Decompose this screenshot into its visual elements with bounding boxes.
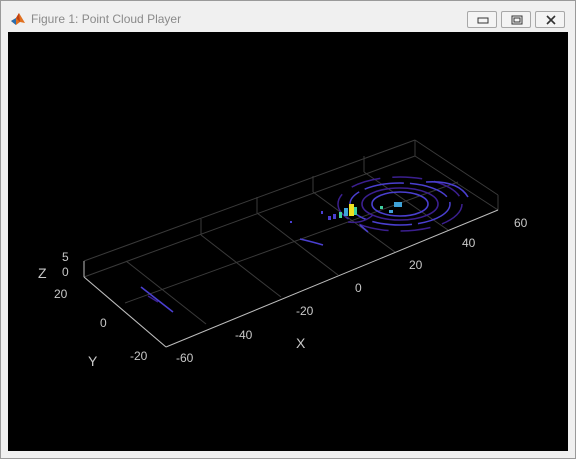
x-tick-label: -20	[296, 304, 314, 318]
y-tick-labels: -20 0 20	[54, 287, 148, 363]
lidar-arc	[299, 238, 324, 246]
point-cluster	[321, 211, 323, 214]
z-axis-label: Z	[38, 265, 47, 281]
z-tick-labels: 0 5	[62, 250, 69, 279]
point-cloud	[140, 176, 469, 313]
y-axis-label: Y	[88, 353, 98, 369]
point-cluster	[354, 207, 357, 215]
z-tick-label: 0	[62, 265, 69, 279]
x-tick-label: 60	[514, 216, 528, 230]
y-tick-label: 20	[54, 287, 68, 301]
plot-canvas[interactable]: -60 -40 -20 0 20 40 60 -20 0 20 0 5 X Y …	[8, 32, 568, 451]
z-tick-label: 5	[62, 250, 69, 264]
point-cluster	[389, 210, 393, 213]
x-tick-label: 40	[462, 236, 476, 250]
maximize-icon	[511, 15, 523, 25]
point-cluster	[344, 208, 348, 216]
axes-grid	[83, 139, 499, 348]
minimize-button[interactable]	[467, 11, 497, 28]
point-cluster	[328, 216, 331, 220]
point-cluster	[349, 204, 354, 216]
y-tick-label: 0	[100, 316, 107, 330]
x-axis-label: X	[296, 335, 306, 351]
x-tick-label: 20	[409, 258, 423, 272]
x-tick-label: -60	[176, 351, 194, 365]
close-button[interactable]	[535, 11, 565, 28]
close-icon	[546, 15, 556, 25]
lidar-arc	[140, 286, 174, 313]
point-cluster	[290, 221, 292, 223]
x-tick-label: 0	[355, 281, 362, 295]
title-bar[interactable]: Figure 1: Point Cloud Player	[1, 1, 575, 31]
minimize-icon	[477, 17, 489, 24]
x-tick-label: -40	[235, 328, 253, 342]
axis-lines	[83, 209, 499, 348]
maximize-button[interactable]	[501, 11, 531, 28]
point-cloud-axes[interactable]: -60 -40 -20 0 20 40 60 -20 0 20 0 5 X Y …	[8, 32, 568, 451]
figure-window: Figure 1: Point Cloud Player -60 -40 -20…	[0, 0, 576, 459]
point-cluster	[339, 212, 342, 218]
point-cluster	[333, 214, 336, 219]
point-cluster	[380, 206, 383, 209]
point-cluster	[394, 202, 402, 207]
y-tick-label: -20	[130, 349, 148, 363]
window-title: Figure 1: Point Cloud Player	[31, 12, 182, 26]
matlab-icon	[10, 11, 26, 27]
x-tick-labels: -60 -40 -20 0 20 40 60	[176, 216, 528, 365]
